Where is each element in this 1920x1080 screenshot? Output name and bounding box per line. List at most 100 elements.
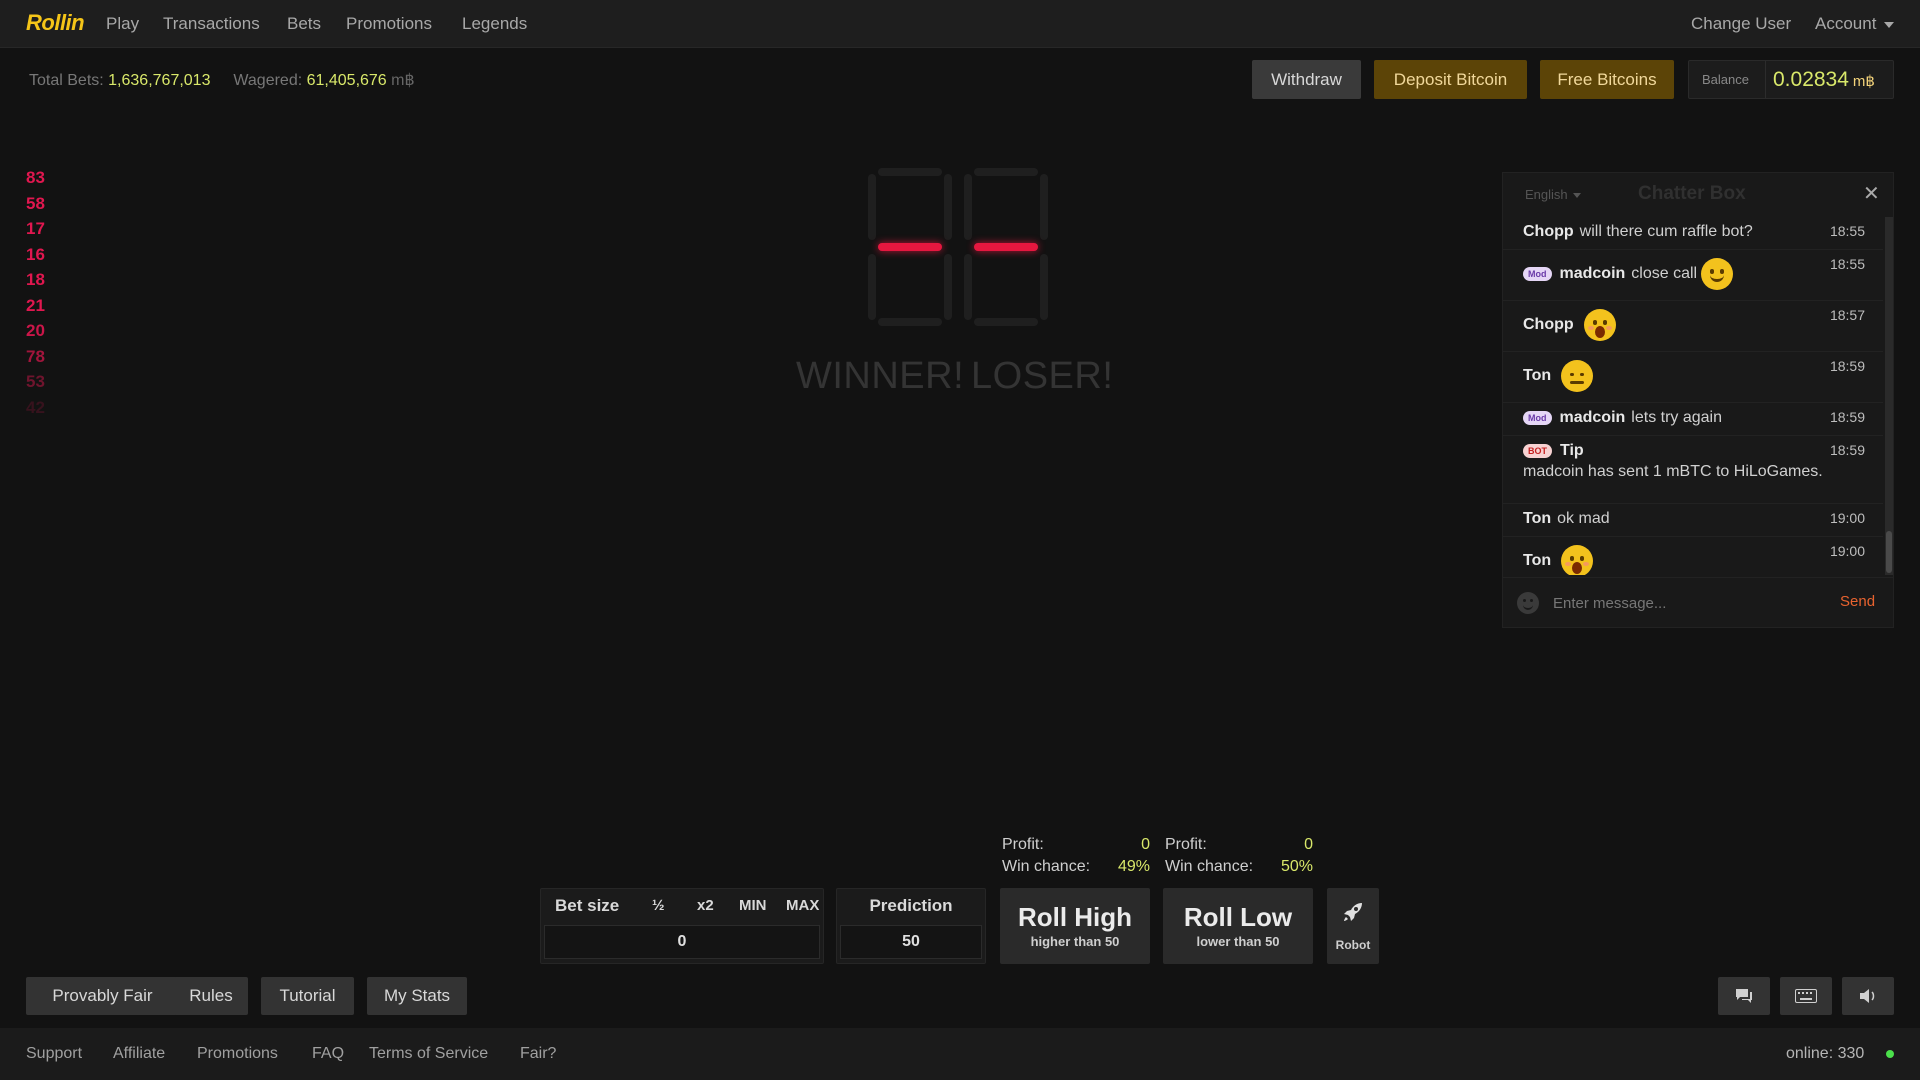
withdraw-button[interactable]: Withdraw xyxy=(1252,60,1361,99)
chat-username[interactable]: Chopp xyxy=(1523,316,1574,334)
chat-username[interactable]: Ton xyxy=(1523,510,1551,528)
balance-label: Balance xyxy=(1702,72,1749,87)
bet-size-label: Bet size xyxy=(555,896,620,915)
win-chance-label: Win chance: xyxy=(1002,858,1091,875)
online-status-dot xyxy=(1886,1050,1894,1058)
unamused-emoji-icon xyxy=(1561,360,1594,392)
chat-message: 18:59 Ton xyxy=(1503,352,1883,403)
result-digit-ones xyxy=(964,168,1048,326)
mod-badge: Mod xyxy=(1523,267,1552,281)
bet-max-button[interactable]: MAX xyxy=(786,897,819,914)
chat-message: 18:59 Mod madcoin lets try again xyxy=(1503,403,1883,436)
chat-message: 18:55 Mod madcoin close call xyxy=(1503,250,1883,301)
chat-timestamp: 19:00 xyxy=(1829,543,1865,559)
footer-affiliate[interactable]: Affiliate xyxy=(113,1045,165,1063)
chat-title: Chatter Box xyxy=(1638,183,1746,204)
loser-label: LOSER! xyxy=(971,355,1114,397)
history-roll: 58 xyxy=(26,193,45,213)
chat-message: 18:57 Chopp xyxy=(1503,301,1883,352)
close-icon[interactable]: ✕ xyxy=(1863,181,1880,206)
chevron-down-icon xyxy=(1884,21,1895,28)
balance-box: Balance 0.02834 m฿ xyxy=(1688,60,1894,99)
chat-input-bar: Send xyxy=(1503,577,1893,627)
history-roll: 16 xyxy=(26,244,45,264)
nav-play[interactable]: Play xyxy=(106,14,139,34)
chat-timestamp: 18:59 xyxy=(1829,409,1865,425)
nav-bets[interactable]: Bets xyxy=(287,14,321,34)
chat-message-line: Mod madcoin lets try again xyxy=(1503,409,1883,427)
chat-username[interactable]: madcoin xyxy=(1560,265,1626,283)
chat-messages[interactable]: 18:55 Chopp will there cum raffle bot? 18:5… xyxy=(1503,217,1883,575)
rules-button[interactable]: Rules xyxy=(174,977,248,1015)
chat-timestamp: 18:55 xyxy=(1829,256,1865,272)
chat-toggle-button[interactable] xyxy=(1718,977,1770,1015)
footer-promotions[interactable]: Promotions xyxy=(197,1045,278,1063)
footer-faq[interactable]: FAQ xyxy=(312,1045,344,1063)
online-label: online: xyxy=(1786,1045,1834,1062)
roll-low-button[interactable]: Roll Low lower than 50 xyxy=(1163,888,1313,964)
footer-fair[interactable]: Fair? xyxy=(520,1045,556,1063)
roll-high-button[interactable]: Roll High higher than 50 xyxy=(1000,888,1150,964)
bet-size-input[interactable] xyxy=(544,925,820,959)
tutorial-button[interactable]: Tutorial xyxy=(261,977,354,1015)
history-roll: 83 xyxy=(26,168,45,187)
chat-text: ok mad xyxy=(1557,510,1610,527)
provably-fair-button[interactable]: Provably Fair xyxy=(26,977,179,1015)
logo[interactable]: Rollin xyxy=(26,10,85,36)
chat-timestamp: 19:00 xyxy=(1829,510,1865,526)
chatter-box: English Chatter Box ✕ 18:55 Chopp will the… xyxy=(1502,172,1894,628)
emoji-picker-icon[interactable] xyxy=(1517,592,1539,614)
profit-value: 0 xyxy=(1141,836,1150,853)
bet-half-button[interactable]: ½ xyxy=(652,897,665,914)
win-chance-value: 50% xyxy=(1280,858,1313,875)
chat-message-input[interactable] xyxy=(1553,592,1813,614)
chat-username[interactable]: Ton xyxy=(1523,552,1551,570)
prediction-panel: Prediction xyxy=(836,888,986,964)
free-bitcoins-button[interactable]: Free Bitcoins xyxy=(1540,60,1674,99)
history-roll: 17 xyxy=(26,219,45,238)
chat-message: 18:55 Chopp will there cum raffle bot? xyxy=(1503,217,1883,250)
chat-text: lets try again xyxy=(1631,409,1723,426)
nav-transactions[interactable]: Transactions xyxy=(163,14,260,34)
chat-message: 19:00 Ton xyxy=(1503,537,1883,575)
chat-username[interactable]: madcoin xyxy=(1560,409,1626,427)
chat-scrollbar[interactable] xyxy=(1885,217,1893,575)
language-label: English xyxy=(1525,187,1568,202)
footer-support[interactable]: Support xyxy=(26,1045,82,1063)
chat-message-line: Ton ok mad xyxy=(1503,510,1883,528)
account-menu[interactable]: Account xyxy=(1815,14,1895,34)
history-roll: 78 xyxy=(26,346,45,366)
robot-label: Robot xyxy=(1335,938,1371,952)
nav-promotions[interactable]: Promotions xyxy=(346,14,432,34)
chat-timestamp: 18:59 xyxy=(1829,358,1865,374)
robot-button[interactable]: Robot xyxy=(1327,888,1379,964)
roll-history: 83 58 17 16 18 21 20 78 53 42 xyxy=(26,165,45,420)
keyboard-button[interactable] xyxy=(1780,977,1832,1015)
my-stats-button[interactable]: My Stats xyxy=(367,977,467,1015)
language-select[interactable]: English xyxy=(1525,187,1581,202)
account-label: Account xyxy=(1815,14,1877,33)
chat-message-line: Ton xyxy=(1503,360,1883,392)
history-roll: 53 xyxy=(26,372,45,391)
chat-username[interactable]: Ton xyxy=(1523,367,1551,385)
history-roll: 42 xyxy=(26,397,45,417)
change-user-link[interactable]: Change User xyxy=(1691,14,1791,34)
bet-min-button[interactable]: MIN xyxy=(739,897,767,914)
smile-emoji-icon xyxy=(1701,258,1734,290)
send-button[interactable]: Send xyxy=(1840,593,1875,610)
speaker-icon xyxy=(1860,989,1875,1003)
chat-username[interactable]: Tip xyxy=(1560,442,1584,460)
chat-username[interactable]: Chopp xyxy=(1523,223,1574,241)
chat-header: English Chatter Box ✕ xyxy=(1503,173,1893,217)
bet-double-button[interactable]: x2 xyxy=(697,897,714,914)
chat-scroll-thumb[interactable] xyxy=(1886,531,1892,573)
prediction-label: Prediction xyxy=(869,896,953,915)
deposit-bitcoin-button[interactable]: Deposit Bitcoin xyxy=(1374,60,1527,99)
prediction-input[interactable] xyxy=(840,925,982,959)
roll-high-sub: higher than 50 xyxy=(1030,934,1120,949)
roll-low-sub: lower than 50 xyxy=(1196,934,1280,949)
chat-message-line: Chopp xyxy=(1503,309,1883,341)
sound-toggle-button[interactable] xyxy=(1842,977,1894,1015)
footer-terms[interactable]: Terms of Service xyxy=(369,1045,488,1063)
nav-legends[interactable]: Legends xyxy=(462,14,527,34)
